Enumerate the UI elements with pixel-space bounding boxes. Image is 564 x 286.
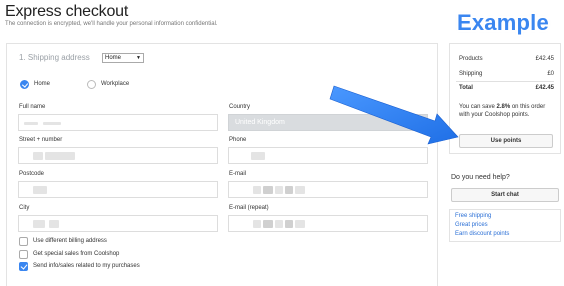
redacted-value [251, 152, 265, 160]
total-row: Total £42.45 [459, 85, 554, 91]
radio-workplace[interactable] [87, 80, 96, 89]
redacted-value [33, 186, 47, 194]
city-field[interactable] [18, 215, 218, 232]
use-points-button[interactable]: Use points [459, 134, 553, 148]
start-chat-button[interactable]: Start chat [451, 188, 559, 202]
redacted-value [275, 220, 283, 228]
send-info-label: Send info/sales related to my purchases [33, 263, 140, 269]
shipping-label: Shipping [459, 71, 483, 77]
redacted-value [253, 220, 261, 228]
email-label: E-mail [229, 171, 247, 177]
page-title: Express checkout [5, 3, 129, 20]
products-label: Products [459, 56, 483, 62]
email-repeat-label: E-mail (repeat) [229, 205, 269, 211]
redacted-value [253, 186, 261, 194]
redacted-value [33, 152, 43, 160]
redacted-value [33, 220, 45, 228]
country-label: Country [229, 104, 251, 110]
street-label: Street + number [19, 137, 63, 143]
great-prices-link[interactable]: Great prices [455, 222, 488, 228]
points-savings-text: You can save 2.8% on this order with you… [459, 103, 555, 119]
redacted-value [49, 220, 59, 228]
redacted-value [43, 122, 61, 125]
email-repeat-field[interactable] [228, 215, 428, 232]
address-select-value: Home [105, 55, 122, 61]
order-summary-panel: Products £42.45 Shipping £0 Total £42.45… [449, 43, 561, 154]
radio-home-label: Home [34, 81, 51, 87]
help-title: Do you need help? [451, 174, 510, 181]
total-label: Total [459, 85, 473, 91]
special-sales-label: Get special sales from Coolshop [33, 251, 120, 257]
postcode-label: Postcode [19, 171, 45, 177]
free-shipping-link[interactable]: Free shipping [455, 213, 491, 219]
section-title: 1. Shipping address [19, 53, 90, 62]
products-row: Products £42.45 [459, 56, 554, 62]
redacted-value [295, 220, 305, 228]
street-field[interactable] [18, 147, 218, 164]
redacted-value [285, 186, 293, 194]
shipping-row: Shipping £0 [459, 71, 554, 77]
points-savings-percent: 2.8% [496, 104, 511, 110]
address-select[interactable]: Home ▼ [102, 53, 144, 63]
redacted-value [263, 220, 273, 228]
email-field[interactable] [228, 181, 428, 198]
phone-label: Phone [229, 137, 247, 143]
products-value: £42.45 [535, 56, 554, 62]
redacted-value [24, 122, 38, 125]
redacted-value [295, 186, 305, 194]
redacted-value [275, 186, 283, 194]
full-name-field[interactable] [18, 114, 218, 131]
total-value: £42.45 [535, 85, 554, 91]
radio-home[interactable] [20, 80, 29, 89]
example-banner: Example [457, 10, 549, 35]
benefits-links: Free shipping Great prices Earn discount… [449, 209, 561, 242]
redacted-value [263, 186, 273, 194]
billing-address-label: Use different billing address [33, 238, 107, 244]
redacted-value [45, 152, 75, 160]
city-label: City [19, 205, 30, 211]
shipping-value: £0 [547, 71, 554, 77]
postcode-field[interactable] [18, 181, 218, 198]
page-subtitle: The connection is encrypted, we'll handl… [5, 21, 218, 27]
redacted-value [285, 220, 293, 228]
billing-address-checkbox[interactable] [19, 237, 28, 246]
earn-points-link[interactable]: Earn discount points [455, 231, 509, 237]
phone-field[interactable] [228, 147, 428, 164]
send-info-checkbox[interactable] [19, 262, 28, 271]
points-savings-prefix: You can save [459, 104, 497, 110]
full-name-label: Full name [19, 104, 46, 110]
special-sales-checkbox[interactable] [19, 250, 28, 259]
country-field: United Kingdom [228, 114, 428, 131]
chevron-down-icon: ▼ [136, 55, 141, 61]
radio-workplace-label: Workplace [101, 81, 130, 87]
shipping-form-panel: 1. Shipping address Home ▼ Home Workplac… [6, 43, 438, 286]
divider [456, 81, 554, 82]
